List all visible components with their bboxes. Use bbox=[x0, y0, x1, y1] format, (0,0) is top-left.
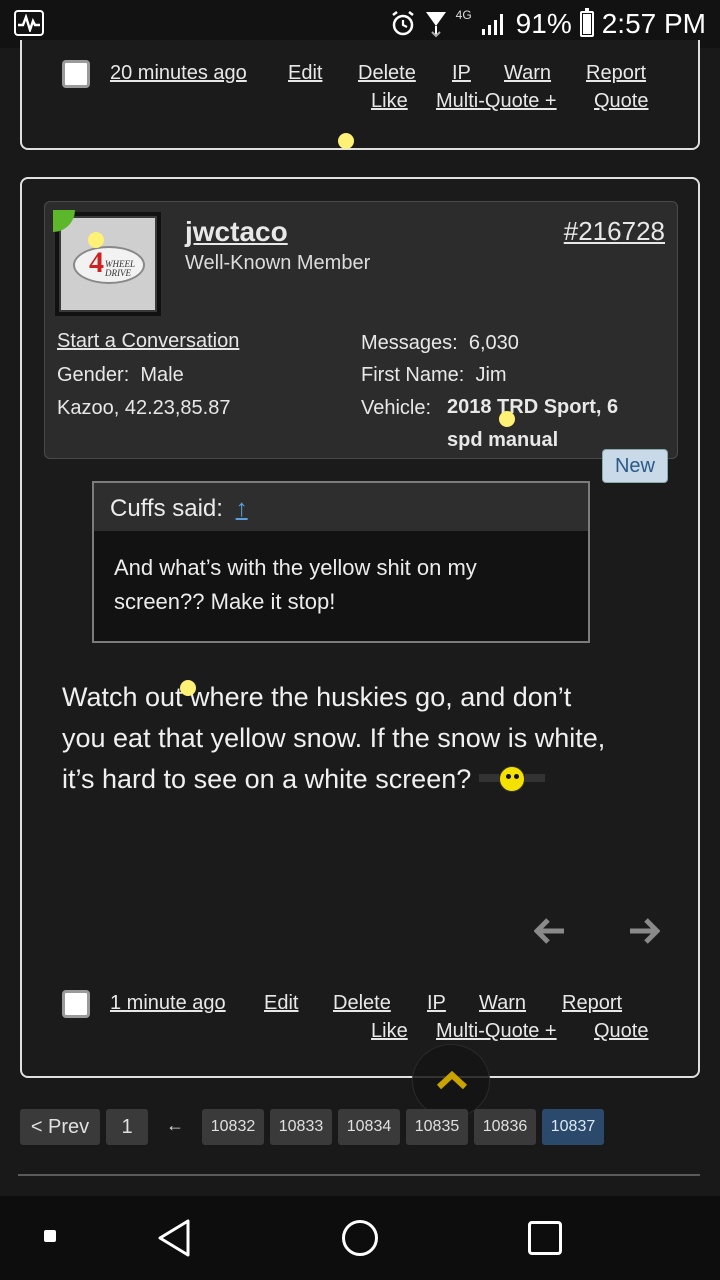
avatar-logo-line2: DRIVE bbox=[105, 268, 131, 278]
avatar[interactable]: 4 WHEEL DRIVE bbox=[55, 212, 161, 316]
page-button[interactable]: 10833 bbox=[270, 1109, 332, 1145]
edit-link[interactable]: Edit bbox=[288, 62, 322, 85]
post-time-link[interactable]: 1 minute ago bbox=[110, 992, 226, 1015]
quote-link[interactable]: Quote bbox=[594, 1020, 648, 1043]
gender-label: Gender: bbox=[57, 364, 130, 386]
menu-dot-icon[interactable] bbox=[44, 1230, 56, 1242]
touch-indicator-dot bbox=[499, 411, 515, 427]
messages-label: Messages: bbox=[361, 332, 458, 354]
page-first-button[interactable]: 1 bbox=[106, 1109, 148, 1145]
battery-icon bbox=[579, 8, 594, 37]
user-title: Well-Known Member bbox=[185, 252, 371, 274]
gender-row: Gender: Male bbox=[57, 364, 184, 387]
previous-post-arrow-icon[interactable] bbox=[533, 915, 566, 954]
signal-icon bbox=[481, 14, 503, 35]
post-main: 4 WHEEL DRIVE jwctaco Well-Known Member … bbox=[20, 177, 700, 1078]
vehicle-value: 2018 TRD Sport, 6 spd manual bbox=[447, 396, 619, 451]
warn-link[interactable]: Warn bbox=[504, 62, 551, 85]
quote-author: Cuffs said: bbox=[110, 495, 223, 522]
first-name-row: First Name: Jim bbox=[361, 364, 507, 387]
system-nav-bar bbox=[0, 1196, 720, 1280]
multi-quote-link[interactable]: Multi-Quote + bbox=[436, 90, 557, 113]
new-badge: New bbox=[602, 449, 668, 483]
gender-value: Male bbox=[140, 364, 184, 386]
battery-percent: 91% bbox=[515, 8, 572, 39]
start-conversation-link[interactable]: Start a Conversation bbox=[57, 330, 239, 353]
touch-indicator-dot bbox=[88, 232, 104, 248]
footer-divider bbox=[18, 1174, 700, 1176]
pacman-emoji-icon bbox=[478, 766, 545, 792]
page-jump-arrow[interactable]: ← bbox=[166, 1115, 184, 1136]
messages-count: 6,030 bbox=[468, 332, 519, 354]
touch-indicator-dot bbox=[338, 133, 354, 149]
quote-block: Cuffs said: ↑ And what’s with the yellow… bbox=[92, 481, 590, 643]
page-button[interactable]: 10836 bbox=[474, 1109, 536, 1145]
recent-apps-icon[interactable] bbox=[528, 1221, 562, 1255]
report-link[interactable]: Report bbox=[586, 62, 646, 85]
multi-quote-link[interactable]: Multi-Quote + bbox=[436, 1020, 557, 1043]
avatar-logo-number: 4 bbox=[89, 246, 104, 279]
location-value: Kazoo, 42.23,85.87 bbox=[57, 397, 231, 419]
quote-link[interactable]: Quote bbox=[594, 90, 648, 113]
post-time-link[interactable]: 20 minutes ago bbox=[110, 62, 247, 85]
delete-link[interactable]: Delete bbox=[333, 992, 391, 1015]
username-link[interactable]: jwctaco bbox=[185, 216, 288, 248]
scroll-to-top-button[interactable] bbox=[412, 1044, 490, 1118]
wifi-data-icon bbox=[425, 12, 446, 38]
activity-app-icon bbox=[14, 10, 44, 36]
delete-link[interactable]: Delete bbox=[358, 62, 416, 85]
page-button[interactable]: 10834 bbox=[338, 1109, 400, 1145]
current-page-button[interactable]: 10837 bbox=[542, 1109, 604, 1145]
vehicle-label: Vehicle: bbox=[361, 397, 432, 419]
report-link[interactable]: Report bbox=[562, 992, 622, 1015]
message-body: Watch out where the huskies go, and don’… bbox=[62, 677, 622, 800]
page-button[interactable]: 10832 bbox=[202, 1109, 264, 1145]
messages-row: Messages: 6,030 bbox=[361, 332, 519, 355]
page-button[interactable]: 10835 bbox=[406, 1109, 468, 1145]
next-post-arrow-icon[interactable] bbox=[628, 915, 661, 954]
like-link[interactable]: Like bbox=[371, 1020, 408, 1043]
first-name-value: Jim bbox=[475, 364, 507, 386]
like-link[interactable]: Like bbox=[371, 90, 408, 113]
quote-text: And what’s with the yellow shit on my sc… bbox=[114, 555, 477, 614]
home-icon[interactable] bbox=[342, 1220, 378, 1256]
clock: 2:57 PM bbox=[601, 8, 706, 39]
user-info-panel: 4 WHEEL DRIVE jwctaco Well-Known Member … bbox=[44, 201, 678, 459]
network-type: 4G bbox=[455, 8, 472, 22]
post-number-link[interactable]: #216728 bbox=[564, 216, 665, 247]
first-name-label: First Name: bbox=[361, 364, 465, 386]
prev-page-button[interactable]: < Prev bbox=[20, 1109, 100, 1145]
quote-source-link[interactable]: ↑ bbox=[236, 495, 248, 522]
alarm-icon bbox=[391, 11, 414, 36]
warn-link[interactable]: Warn bbox=[479, 992, 526, 1015]
ip-link[interactable]: IP bbox=[427, 992, 446, 1015]
chevron-up-icon bbox=[436, 1070, 468, 1090]
back-icon[interactable] bbox=[156, 1218, 192, 1258]
post-previous: 20 minutes ago Edit Delete IP Warn Repor… bbox=[20, 40, 700, 150]
touch-indicator-dot bbox=[180, 680, 196, 696]
ip-link[interactable]: IP bbox=[452, 62, 471, 85]
edit-link[interactable]: Edit bbox=[264, 992, 298, 1015]
